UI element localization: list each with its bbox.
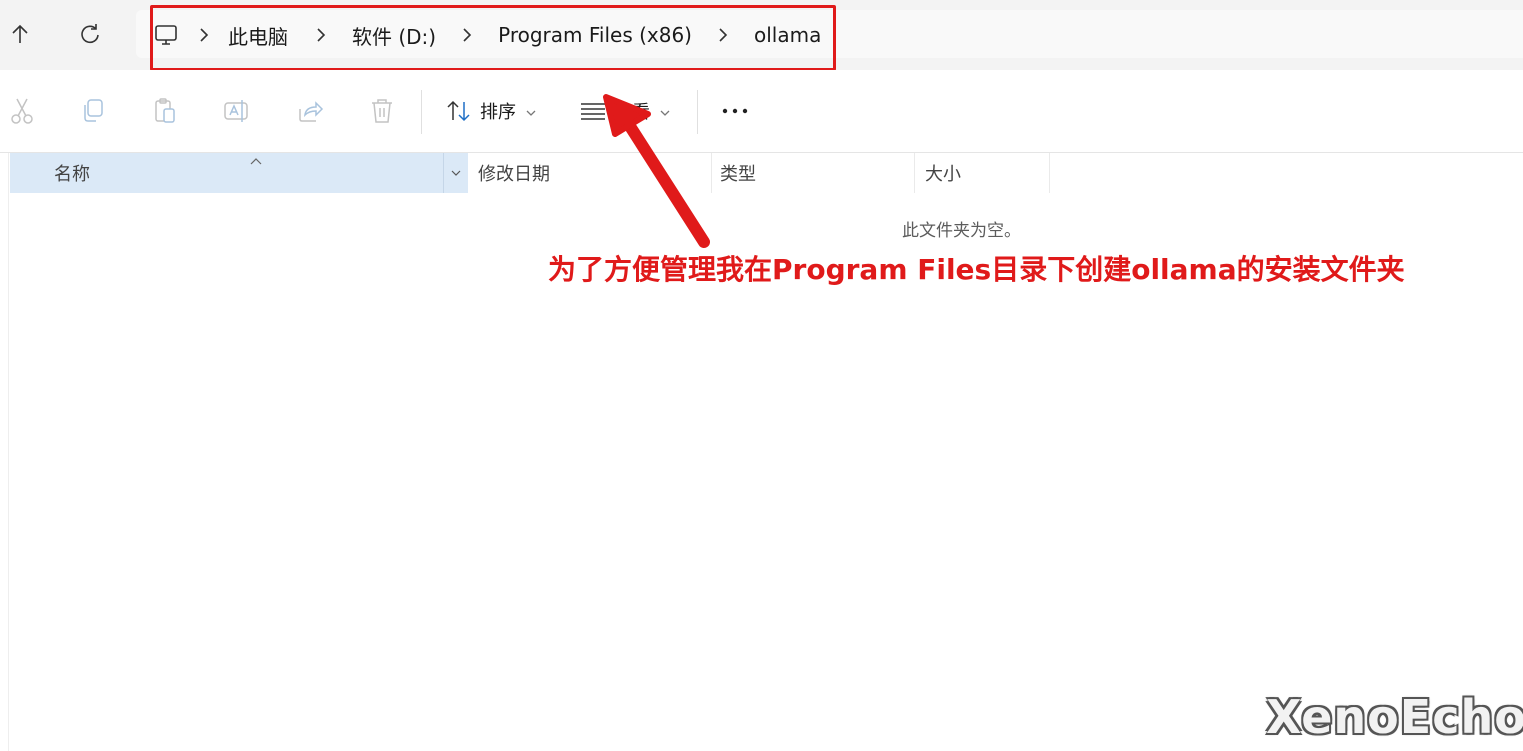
column-size-label: 大小 bbox=[925, 164, 961, 185]
sort-icon bbox=[447, 100, 470, 122]
column-header-date[interactable]: 修改日期 bbox=[468, 153, 712, 193]
chevron-down-icon bbox=[526, 101, 536, 122]
command-toolbar: 排序 查看 bbox=[0, 70, 1523, 153]
annotation-text: 为了方便管理我在Program Files目录下创建ollama的安装文件夹 bbox=[548, 253, 1405, 286]
paste-button[interactable] bbox=[150, 96, 180, 126]
more-options-button[interactable] bbox=[720, 96, 750, 126]
watermark: XenoEcho bbox=[1266, 690, 1523, 744]
chevron-down-icon bbox=[660, 101, 670, 122]
share-icon bbox=[299, 101, 324, 122]
sort-button[interactable]: 排序 bbox=[446, 94, 536, 128]
paste-icon bbox=[155, 98, 175, 123]
view-list-icon bbox=[581, 103, 605, 120]
sort-label: 排序 bbox=[480, 102, 516, 123]
arrow-up-icon bbox=[12, 24, 28, 43]
column-date-label: 修改日期 bbox=[478, 164, 550, 185]
refresh-button[interactable] bbox=[70, 14, 110, 54]
toolbar-divider bbox=[697, 90, 698, 134]
cut-icon bbox=[11, 98, 33, 124]
copy-icon bbox=[84, 99, 103, 122]
rename-button[interactable] bbox=[222, 96, 252, 126]
trash-icon bbox=[372, 99, 392, 123]
more-icon bbox=[722, 108, 748, 114]
column-name-label: 名称 bbox=[54, 164, 90, 185]
share-button[interactable] bbox=[295, 96, 325, 126]
toolbar-divider bbox=[421, 90, 422, 134]
sort-ascending-icon bbox=[250, 149, 262, 170]
delete-button[interactable] bbox=[367, 96, 397, 126]
column-header-row: 名称 修改日期 类型 大小 bbox=[10, 153, 1050, 193]
cut-button[interactable] bbox=[7, 96, 37, 126]
empty-folder-message: 此文件夹为空。 bbox=[902, 221, 1021, 241]
chevron-down-icon bbox=[451, 170, 461, 176]
up-button[interactable] bbox=[0, 14, 40, 54]
column-filter-dropdown[interactable] bbox=[443, 153, 468, 193]
annotation-highlight-box bbox=[150, 5, 836, 71]
pane-edge bbox=[0, 153, 9, 751]
column-header-name[interactable]: 名称 bbox=[10, 153, 468, 193]
navigation-bar: 此电脑 软件 (D:) Program Files (x86) ollama bbox=[0, 0, 1523, 71]
refresh-icon bbox=[81, 24, 99, 44]
column-header-size[interactable]: 大小 bbox=[915, 153, 1050, 193]
copy-button[interactable] bbox=[78, 96, 108, 126]
column-header-type[interactable]: 类型 bbox=[712, 153, 915, 193]
column-type-label: 类型 bbox=[720, 164, 756, 185]
view-label: 查看 bbox=[614, 102, 650, 123]
view-button[interactable]: 查看 bbox=[580, 94, 670, 128]
rename-icon bbox=[224, 100, 248, 122]
